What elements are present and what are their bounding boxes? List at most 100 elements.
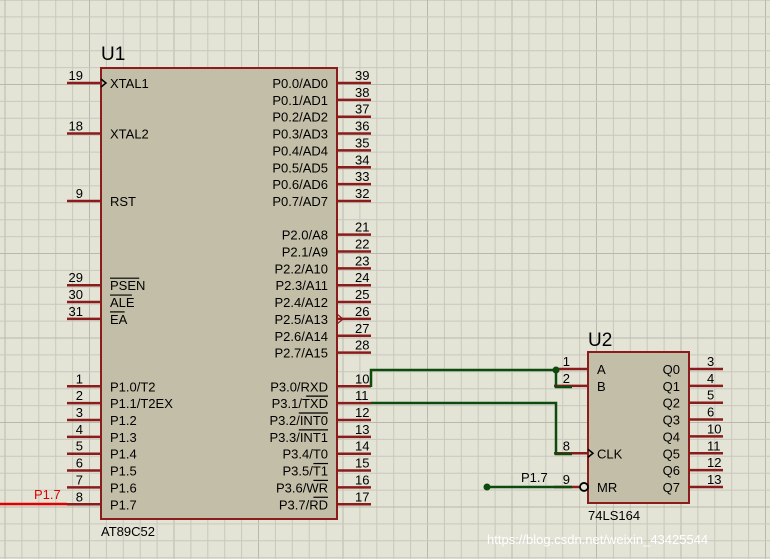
- u2-pin-2-number: 2: [563, 371, 570, 386]
- u1-pin-8-number: 8: [76, 489, 83, 504]
- u1-pin-27-number: 27: [355, 321, 369, 336]
- u1-pin-29-name: PSEN: [110, 278, 145, 293]
- u1-pin-12-name: P3.2/INT0: [269, 413, 328, 428]
- u1-pin-17-name: P3.7/RD: [279, 497, 328, 512]
- wire-txd-to-clk[interactable]: [371, 401, 572, 456]
- u1-pin-10-number: 10: [355, 371, 369, 386]
- u1-pin-11-number: 11: [355, 388, 369, 403]
- junction-a-b: [552, 366, 560, 374]
- u1-pin-18-name: XTAL2: [110, 127, 149, 142]
- u1-pin-16-name: P3.6/WR: [276, 480, 328, 495]
- u1-pin-23-number: 23: [355, 253, 369, 268]
- u1-pin-22-name: P2.1/A9: [282, 245, 328, 260]
- u2-pin-2-name: B: [597, 379, 606, 394]
- u1-pin-5-number: 5: [76, 439, 83, 454]
- u1-pin-33-number: 33: [355, 169, 369, 184]
- u1-pin-29-number: 29: [69, 270, 83, 285]
- u2-pin-1-name: A: [597, 362, 606, 377]
- u1-pin-34-number: 34: [355, 152, 369, 167]
- u1-pin-32-number: 32: [355, 186, 369, 201]
- u1-pin-26-number: 26: [355, 304, 369, 319]
- u1-pin-24-number: 24: [355, 270, 369, 285]
- u2-pin-8-name: CLK: [597, 446, 623, 461]
- u1-pin-32-name: P0.7/AD7: [272, 194, 328, 209]
- u2-pin-12-number: 12: [707, 455, 721, 470]
- u1-pin-3-name: P1.2: [110, 413, 137, 428]
- u2-pin-8-number: 8: [563, 438, 570, 453]
- u1-pin-28-number: 28: [355, 338, 369, 353]
- u1-pin-1-name: P1.0/T2: [110, 379, 156, 394]
- u1-pin-1-number: 1: [76, 371, 83, 386]
- u1-pin-21-name: P2.0/A8: [282, 228, 328, 243]
- wire-rxd-to-a-b[interactable]: [369, 368, 556, 387]
- u1-pin-35-number: 35: [355, 135, 369, 150]
- u1-pin-7-name: P1.6: [110, 480, 137, 495]
- schematic-canvas[interactable]: U1 AT89C52 19XTAL118XTAL29RST29PSEN30ALE…: [0, 0, 770, 559]
- u1-pin-19-name: XTAL1: [110, 76, 149, 91]
- u1-pin-6-number: 6: [76, 456, 83, 471]
- u1-pin-4-number: 4: [76, 422, 83, 437]
- u1-pin-4-name: P1.3: [110, 430, 137, 445]
- u1-pin-34-name: P0.5/AD5: [272, 160, 328, 175]
- u1-pin-28-name: P2.7/A15: [275, 346, 329, 361]
- u1-at89c52[interactable]: U1 AT89C52 19XTAL118XTAL29RST29PSEN30ALE…: [67, 44, 371, 539]
- u1-pin-39-number: 39: [355, 68, 369, 83]
- u1-pin-36-name: P0.3/AD3: [272, 127, 328, 142]
- u1-pin-11-name: P3.1/TXD: [272, 396, 328, 411]
- u1-pin-18-number: 18: [69, 119, 83, 134]
- u2-pin-1-number: 1: [563, 354, 570, 369]
- u2-pin-13-number: 13: [707, 472, 721, 487]
- u1-pin-30-name: ALE: [110, 295, 135, 310]
- u1-pin-24-name: P2.3/A11: [275, 278, 328, 293]
- u1-pin-6-name: P1.5: [110, 464, 137, 479]
- u1-pin-38-number: 38: [355, 85, 369, 100]
- u1-pin-33-name: P0.6/AD6: [272, 177, 328, 192]
- u1-pin-13-number: 13: [355, 422, 369, 437]
- u1-ref-label: U1: [101, 44, 125, 65]
- u1-pin-31-number: 31: [69, 304, 83, 319]
- u2-pin-3-number: 3: [707, 354, 714, 369]
- u1-pin-38-name: P0.1/AD1: [272, 93, 328, 108]
- u1-pin-12-number: 12: [355, 405, 369, 420]
- u2-pin-4-number: 4: [707, 371, 714, 386]
- u2-pin-12-name: Q6: [663, 463, 680, 478]
- u1-pin-19-number: 19: [69, 68, 83, 83]
- u2-pin-5-name: Q2: [663, 396, 680, 411]
- u1-pin-39-name: P0.0/AD0: [272, 76, 328, 91]
- u1-pin-35-name: P0.4/AD4: [272, 143, 328, 158]
- u1-pin-25-name: P2.4/A12: [275, 295, 329, 310]
- u1-pin-30-number: 30: [69, 287, 83, 302]
- u2-pin-11-number: 11: [707, 438, 721, 453]
- u2-pin-9-name: MR: [597, 480, 617, 495]
- u1-pin-36-number: 36: [355, 119, 369, 134]
- u2-pin-13-name: Q7: [663, 480, 680, 495]
- u1-pin-13-name: P3.3/INT1: [269, 430, 328, 445]
- u1-pin-2-number: 2: [76, 388, 83, 403]
- u1-pin-22-number: 22: [355, 237, 369, 252]
- u1-part-label: AT89C52: [101, 524, 155, 539]
- u1-pin-23-name: P2.2/A10: [275, 261, 329, 276]
- u1-pin-3-number: 3: [76, 405, 83, 420]
- u1-pin-14-name: P3.4/T0: [282, 447, 328, 462]
- u1-pin-27-name: P2.6/A14: [275, 329, 329, 344]
- u2-pin-4-name: Q1: [663, 379, 680, 394]
- u2-part-label: 74LS164: [588, 508, 640, 523]
- u1-pin-15-name: P3.5/T1: [282, 464, 328, 479]
- u1-pin-37-name: P0.2/AD2: [272, 110, 328, 125]
- junction-p17-terminal: [483, 483, 491, 491]
- u2-pin-10-name: Q4: [663, 429, 680, 444]
- u1-pin-9-name: RST: [110, 194, 136, 209]
- net-label-p17-left: P1.7: [34, 487, 61, 502]
- u1-pin-2-name: P1.1/T2EX: [110, 396, 173, 411]
- watermark: https://blog.csdn.net/weixin_43425544: [487, 532, 708, 547]
- u1-pin-21-number: 21: [355, 220, 369, 235]
- u2-pin-3-name: Q0: [663, 362, 680, 377]
- u1-pin-9-number: 9: [76, 186, 83, 201]
- u1-pin-25-number: 25: [355, 287, 369, 302]
- u1-pin-15-number: 15: [355, 456, 369, 471]
- u1-pin-26-name: P2.5/A13: [275, 312, 329, 327]
- u2-pin-11-name: Q5: [663, 446, 680, 461]
- u1-pin-7-number: 7: [76, 472, 83, 487]
- u2-ref-label: U2: [588, 330, 612, 351]
- u1-pin-14-number: 14: [355, 439, 369, 454]
